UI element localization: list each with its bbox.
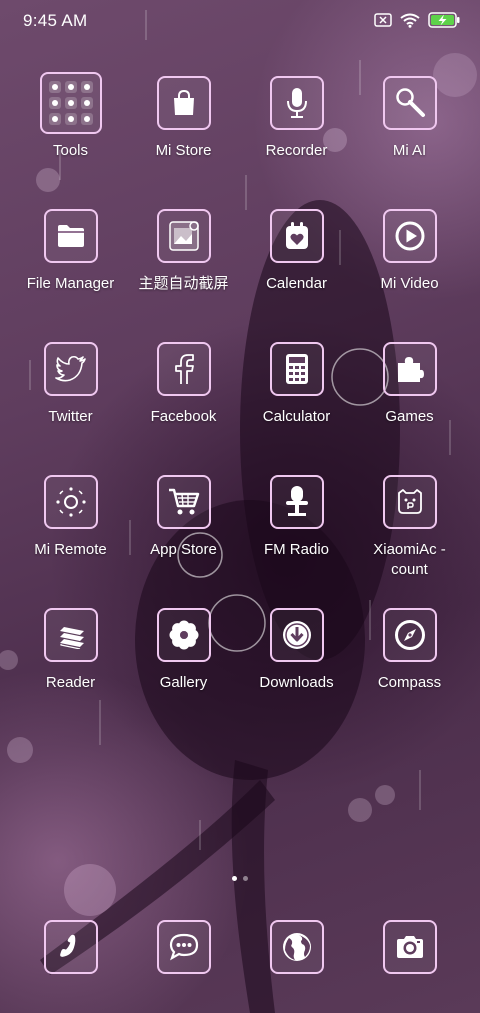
app-label: Recorder: [265, 142, 328, 159]
app-label: Games: [385, 408, 434, 425]
app-label: Gallery: [159, 674, 208, 691]
phone-icon: [43, 920, 98, 974]
app-label: Mi Store: [155, 142, 212, 159]
compass-icon: [382, 608, 437, 662]
app-label: Twitter: [48, 408, 93, 425]
app-label: Mi Remote: [34, 541, 107, 558]
app-label: Calculator: [262, 408, 331, 425]
wifi-icon: [400, 13, 420, 28]
flower-icon: [156, 608, 211, 662]
app-label: FM Radio: [263, 541, 330, 558]
app-label: Downloads: [259, 674, 334, 691]
app-label: Calendar: [266, 275, 327, 292]
dock-camera[interactable]: [353, 920, 466, 974]
puzzle-icon: [382, 342, 437, 396]
app-label: Tools: [52, 142, 89, 159]
dock-messages[interactable]: [127, 920, 240, 974]
app-facebook[interactable]: Facebook: [127, 342, 240, 427]
app-mi-store[interactable]: Mi Store: [127, 76, 240, 161]
calendar-icon: [269, 209, 324, 263]
app-label: XiaomiAc - count: [373, 541, 446, 578]
app-label: Facebook: [150, 408, 217, 425]
app-calculator[interactable]: Calculator: [240, 342, 353, 427]
app-downloads[interactable]: Downloads: [240, 608, 353, 693]
dock-browser[interactable]: [240, 920, 353, 974]
page-dot-active: [232, 876, 237, 881]
app-calendar[interactable]: Calendar: [240, 209, 353, 294]
facebook-icon: [156, 342, 211, 396]
cart-icon: [156, 475, 211, 529]
app-label: File Manager: [26, 275, 115, 292]
account-badge-icon: [382, 475, 437, 529]
messages-icon: [156, 920, 211, 974]
twitter-bird-icon: [43, 342, 98, 396]
microphone-icon: [269, 76, 324, 130]
app-compass[interactable]: Compass: [353, 608, 466, 693]
app-label: Compass: [377, 674, 442, 691]
sim-off-icon: [374, 13, 392, 27]
shopping-bag-icon: [156, 76, 211, 130]
status-icons: [374, 12, 460, 28]
app-mi-remote[interactable]: Mi Remote: [14, 475, 127, 560]
app-label: 主题自动截屏: [138, 275, 229, 292]
app-twitter[interactable]: Twitter: [14, 342, 127, 427]
app-label: App Store: [150, 541, 217, 558]
calculator-icon: [269, 342, 324, 396]
app-tools[interactable]: Tools: [14, 72, 127, 161]
app-theme-screenshot[interactable]: 主题自动截屏: [127, 209, 240, 294]
app-label: Mi AI: [392, 142, 427, 159]
remote-icon: [43, 475, 98, 529]
status-bar: 9:45 AM: [0, 0, 480, 42]
page-indicator: [0, 868, 480, 886]
app-mi-video[interactable]: Mi Video: [353, 209, 466, 294]
battery-charging-icon: [428, 12, 460, 28]
play-icon: [382, 209, 437, 263]
tools-folder-icon: [39, 72, 102, 134]
page-dot: [243, 876, 248, 881]
radio-microphone-icon: [269, 475, 324, 529]
app-file-manager[interactable]: File Manager: [14, 209, 127, 294]
app-reader[interactable]: Reader: [14, 608, 127, 693]
app-mi-ai[interactable]: Mi AI: [353, 76, 466, 161]
browser-globe-icon: [269, 920, 324, 974]
folder-icon: [43, 209, 98, 263]
screenshot-icon: [156, 209, 211, 263]
camera-icon: [382, 920, 437, 974]
app-label: Mi Video: [380, 275, 439, 292]
dock: [0, 920, 480, 978]
app-app-store[interactable]: App Store: [127, 475, 240, 560]
app-recorder[interactable]: Recorder: [240, 76, 353, 161]
dock-phone[interactable]: [14, 920, 127, 974]
app-gallery[interactable]: Gallery: [127, 608, 240, 693]
app-label: Reader: [45, 674, 96, 691]
download-icon: [269, 608, 324, 662]
app-games[interactable]: Games: [353, 342, 466, 427]
mi-ai-microphone-icon: [382, 76, 437, 130]
status-time: 9:45 AM: [23, 11, 88, 30]
books-icon: [43, 608, 98, 662]
app-xiaomi-account[interactable]: XiaomiAc - count: [353, 475, 466, 580]
app-fm-radio[interactable]: FM Radio: [240, 475, 353, 560]
